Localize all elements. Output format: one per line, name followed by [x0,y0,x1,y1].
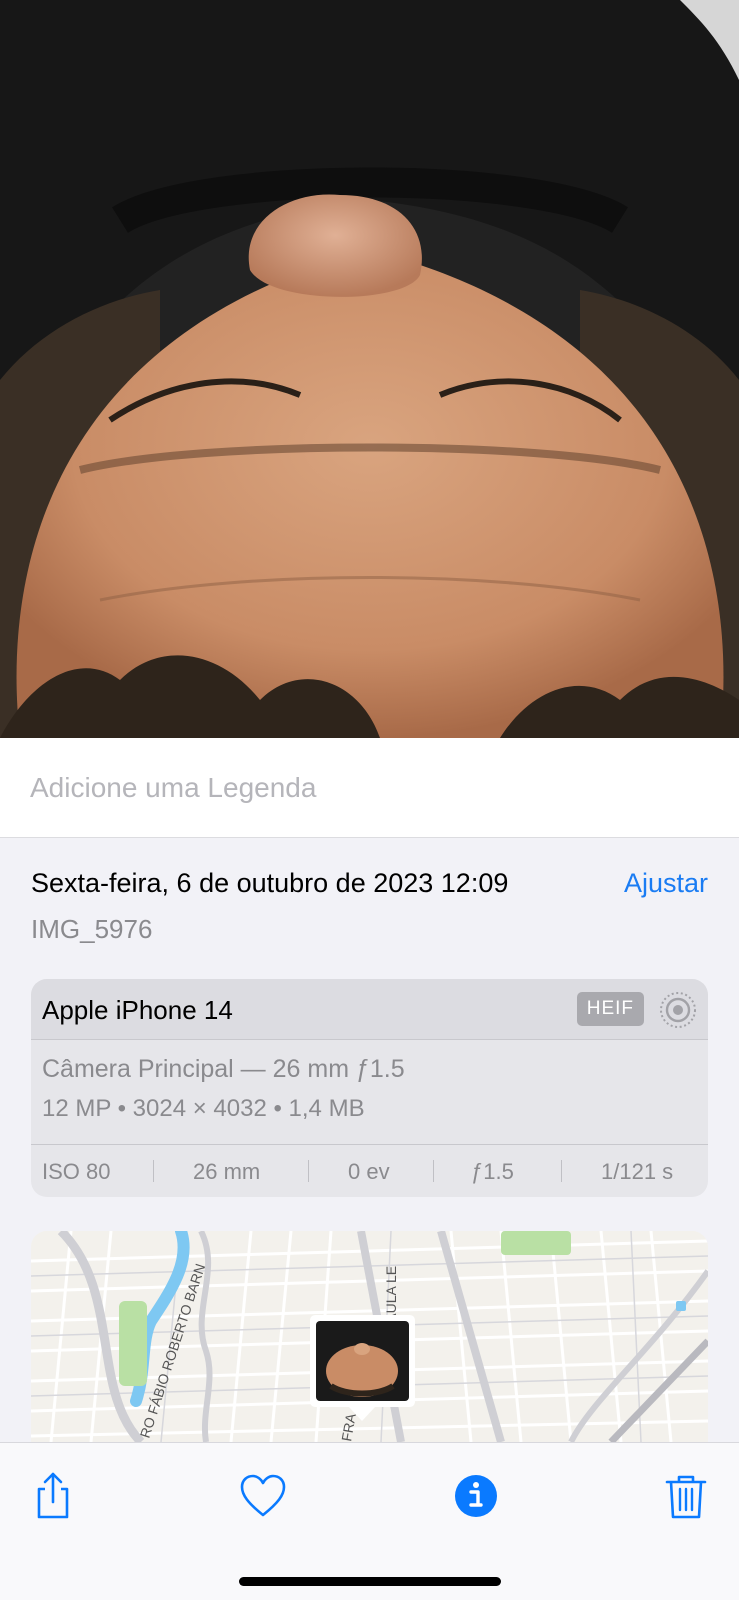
home-indicator[interactable] [239,1577,501,1586]
heart-icon[interactable] [238,1471,288,1521]
trash-icon[interactable] [661,1471,711,1521]
image-specs: 12 MP • 3024 × 4032 • 1,4 MB [42,1095,365,1122]
photo-image [0,0,739,738]
exif-focal-length: 26 mm [193,1159,261,1184]
info-icon[interactable] [451,1471,501,1521]
exif-divider [561,1160,562,1182]
photo-viewer[interactable] [0,0,739,738]
exif-row: ISO 80 26 mm 0 ev ƒ1.5 1/121 s [31,1144,708,1197]
location-map[interactable]: RO FÁBIO ROBERTO BARN PAULA LE FRA [31,1231,708,1442]
exif-divider [308,1160,309,1182]
device-name: Apple iPhone 14 [42,995,233,1025]
live-photo-icon[interactable] [659,991,697,1029]
camera-card-header: Apple iPhone 14 HEIF [31,979,708,1040]
lens-info: Câmera Principal — 26 mm ƒ1.5 [42,1055,405,1083]
exif-shutter: 1/121 s [601,1159,674,1184]
file-name: IMG_5976 [31,914,153,944]
format-badge: HEIF [576,992,644,1026]
exif-aperture: ƒ1.5 [471,1159,514,1184]
capture-date: Sexta-feira, 6 de outubro de 2023 12:09 [31,868,509,898]
share-icon[interactable] [28,1471,78,1521]
caption-section [0,738,739,838]
exif-divider [153,1160,154,1182]
info-panel: Sexta-feira, 6 de outubro de 2023 12:09 … [0,838,739,1442]
caption-input[interactable] [30,766,690,810]
map-canvas: RO FÁBIO ROBERTO BARN PAULA LE FRA [31,1231,708,1442]
adjust-button[interactable]: Ajustar [624,868,708,899]
exif-exposure: 0 ev [348,1159,390,1184]
exif-iso: ISO 80 [42,1159,111,1184]
map-photo-pin[interactable] [310,1315,415,1421]
camera-info-card: Apple iPhone 14 HEIF Câmera Principal — … [31,979,708,1197]
bottom-toolbar [0,1442,739,1600]
exif-divider [433,1160,434,1182]
